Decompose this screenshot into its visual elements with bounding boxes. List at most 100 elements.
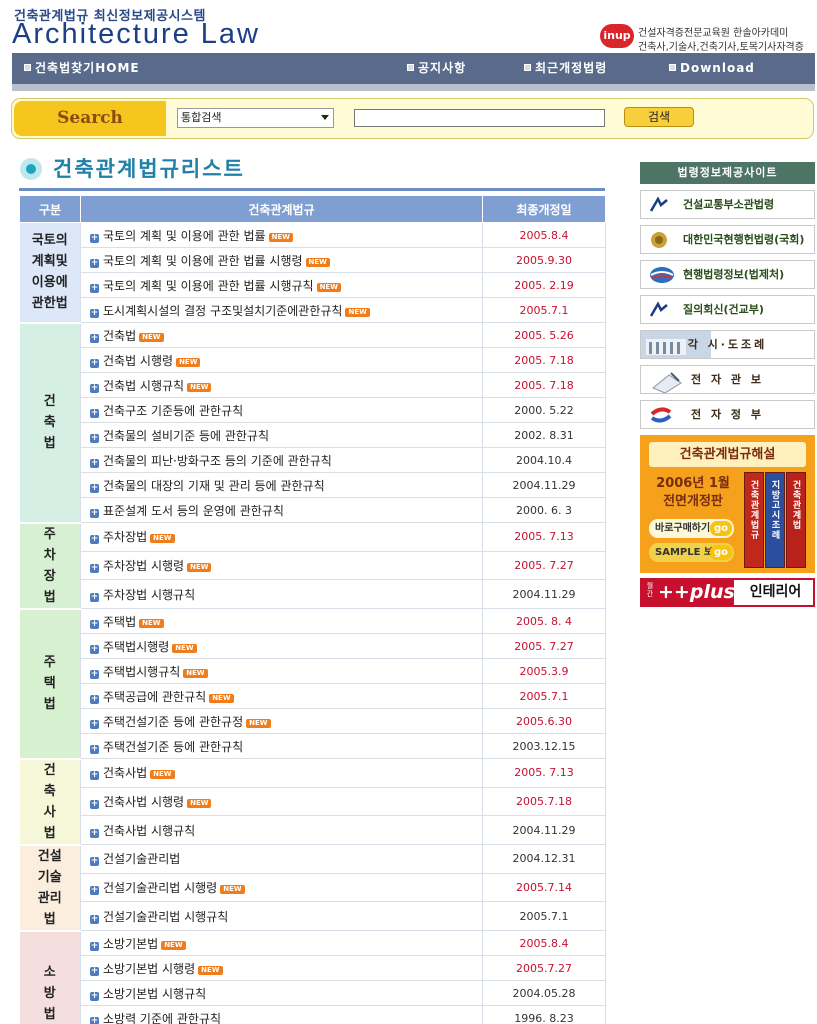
law-name: 소방기본법 시행령 (103, 961, 196, 976)
new-badge: NEW (198, 965, 223, 975)
revision-date: 2002. 8.31 (482, 422, 606, 448)
law-name: 건축구조 기준등에 관한규칙 (103, 403, 244, 418)
law-link[interactable]: + 주차장법 시행령 NEW (80, 551, 483, 581)
nav-notice[interactable]: 공지사항 (407, 53, 466, 84)
table-row: + 건축물의 설비기준 등에 관한규칙 2002. 8.31 (20, 422, 606, 448)
law-link[interactable]: + 국토의 계획 및 이용에 관한 법률 시행규칙 NEW (80, 272, 483, 298)
new-badge: NEW (139, 618, 164, 628)
law-link[interactable]: + 소방기본법 시행규칙 (80, 980, 483, 1006)
table-row: + 건축사법 시행규칙 2004.11.29 (20, 815, 606, 845)
plus-bullet-icon: + (90, 743, 99, 754)
law-link[interactable]: + 건축물의 대장의 기재 및 관리 등에 관한규칙 (80, 472, 483, 498)
law-link[interactable]: + 건축구조 기준등에 관한규칙 (80, 397, 483, 423)
sidebar-link[interactable]: 현행법령정보(법제처) (640, 260, 815, 289)
new-badge: NEW (268, 232, 293, 242)
nav-home[interactable]: 건축법찾기HOME (24, 53, 140, 84)
search-button[interactable]: 검색 (624, 107, 694, 127)
book-ad-banner[interactable]: 건축관계법규해설 2006년 1월 전면개정판 바로구매하기 go SAMPLE … (640, 435, 815, 573)
law-link[interactable]: + 주택법시행령 NEW (80, 633, 483, 659)
buy-now-button[interactable]: 바로구매하기 go (649, 519, 734, 538)
sidebar-link[interactable]: 전 자 정 부 (640, 400, 815, 429)
sidebar-link-label: 전 자 정 부 (691, 408, 764, 421)
sidebar-link-label: 각 시·도조례 (687, 338, 768, 351)
search-label: Search (14, 101, 166, 136)
sidebar-link[interactable]: 전 자 관 보 (640, 365, 815, 394)
plus-bullet-icon: + (90, 282, 99, 293)
law-link[interactable]: + 주택공급에 관한규칙 NEW (80, 683, 483, 709)
law-link[interactable]: + 국토의 계획 및 이용에 관한 법률 NEW (80, 222, 483, 248)
law-link[interactable]: + 도시계획시설의 결정 구조및설치기준에관한규칙 NEW (80, 297, 483, 323)
sidebar-link[interactable]: 건설교통부소관법령 (640, 190, 815, 219)
go-icon: go (710, 521, 732, 536)
revision-date: 2005.7.1 (482, 297, 606, 323)
partner-line-2[interactable]: 건축사,기술사,건축기사,토목기사자격증 (638, 38, 804, 53)
law-link[interactable]: + 주차장법 시행규칙 (80, 579, 483, 609)
search-input[interactable] (354, 109, 605, 127)
law-link[interactable]: + 소방력 기준에 관한규칙 (80, 1005, 483, 1024)
law-link[interactable]: + 국토의 계획 및 이용에 관한 법률 시행령 NEW (80, 247, 483, 273)
law-link[interactable]: + 건축사법 시행규칙 (80, 815, 483, 845)
chevron-down-icon (321, 115, 329, 120)
site-logo[interactable]: Architecture Law (12, 18, 260, 51)
partner-line-1[interactable]: 건설자격증전문교육원 한솔아카데미 (638, 24, 788, 39)
law-name: 국토의 계획 및 이용에 관한 법률 시행령 (103, 253, 303, 268)
law-link[interactable]: + 건축법 시행령 NEW (80, 347, 483, 373)
law-link[interactable]: + 건설기술관리법 시행규칙 (80, 901, 483, 931)
plus-bullet-icon: + (90, 618, 99, 629)
sidebar-link[interactable]: 각 시·도조례 (640, 330, 815, 359)
table-header-row: 구분 건축관계법규 최종개정일 (19, 195, 606, 223)
category-cell: 국토의 계획및 이용에 관한법 (19, 222, 81, 324)
revision-date: 2005.7.1 (482, 901, 606, 931)
plus-interior-banner[interactable]: 월간 ++plus+ 인테리어 (640, 578, 815, 607)
nav-download[interactable]: Download (669, 53, 755, 84)
table-row: 주 택 법 + 주택법 NEW 2005. 8. 4 (19, 608, 606, 760)
partner-logo[interactable]: inup (600, 24, 634, 48)
law-name: 건축사법 시행규칙 (103, 823, 196, 838)
law-link[interactable]: + 주택건설기준 등에 관한규칙 (80, 733, 483, 759)
category-cell: 주 택 법 (19, 608, 81, 760)
law-name: 건설기술관리법 시행령 (103, 880, 218, 895)
plus-bullet-icon: + (90, 770, 99, 781)
ad-title: 건축관계법규해설 (649, 442, 806, 467)
law-link[interactable]: + 주차장법 NEW (80, 522, 483, 552)
nav-recent-revisions[interactable]: 최근개정법령 (524, 53, 607, 84)
law-link[interactable]: + 소방기본법 시행령 NEW (80, 955, 483, 981)
law-link[interactable]: + 표준설계 도서 등의 운영에 관한규칙 (80, 497, 483, 523)
plus-bullet-icon: + (90, 913, 99, 924)
law-link[interactable]: + 건축법 NEW (80, 322, 483, 348)
law-link[interactable]: + 건축사법 NEW (80, 758, 483, 788)
table-row: + 주택건설기준 등에 관한규칙 2003.12.15 (20, 733, 606, 759)
nav-home-label: 건축법찾기HOME (35, 61, 140, 75)
law-link[interactable]: + 주택법시행규칙 NEW (80, 658, 483, 684)
category-cell: 주 차 장 법 (19, 522, 81, 610)
revision-date: 2005. 7.27 (482, 633, 606, 659)
law-link[interactable]: + 건설기술관리법 (80, 844, 483, 874)
sidebar-link[interactable]: 질의회신(건교부) (640, 295, 815, 324)
sidebar-link[interactable]: 대한민국현행헌법령(국회) (640, 225, 815, 254)
law-link[interactable]: + 건축사법 시행령 NEW (80, 787, 483, 817)
revision-date: 2005. 5.26 (482, 322, 606, 348)
new-badge: NEW (345, 307, 370, 317)
law-link[interactable]: + 건축물의 설비기준 등에 관한규칙 (80, 422, 483, 448)
law-link[interactable]: + 주택건설기준 등에 관한규정 NEW (80, 708, 483, 734)
plus-bullet-icon: + (90, 693, 99, 704)
law-name: 건축물의 설비기준 등에 관한규칙 (103, 428, 270, 443)
go-icon: go (710, 545, 732, 560)
search-scope-select[interactable]: 통합검색 (177, 108, 334, 128)
table-row: + 주차장법 시행규칙 2004.11.29 (20, 579, 606, 609)
law-link[interactable]: + 건축법 시행규칙 NEW (80, 372, 483, 398)
sample-view-button[interactable]: SAMPLE 보기 go (649, 543, 734, 562)
law-link[interactable]: + 주택법 NEW (80, 608, 483, 634)
plus-bullet-icon: + (90, 382, 99, 393)
plus-brand: ++plus+ (658, 581, 751, 603)
new-badge: NEW (139, 332, 164, 342)
nav-notice-label: 공지사항 (418, 61, 467, 75)
law-link[interactable]: + 건설기술관리법 시행령 NEW (80, 873, 483, 903)
new-badge: NEW (187, 562, 212, 572)
new-badge: NEW (187, 798, 212, 808)
law-name: 건축사법 (103, 766, 148, 781)
new-badge: NEW (209, 693, 234, 703)
table-row: 소 방 법 + 소방기본법 NEW 2005.8.4 (19, 930, 606, 1024)
law-link[interactable]: + 소방기본법 NEW (80, 930, 483, 956)
law-link[interactable]: + 건축물의 피난·방화구조 등의 기준에 관한규칙 (80, 447, 483, 473)
